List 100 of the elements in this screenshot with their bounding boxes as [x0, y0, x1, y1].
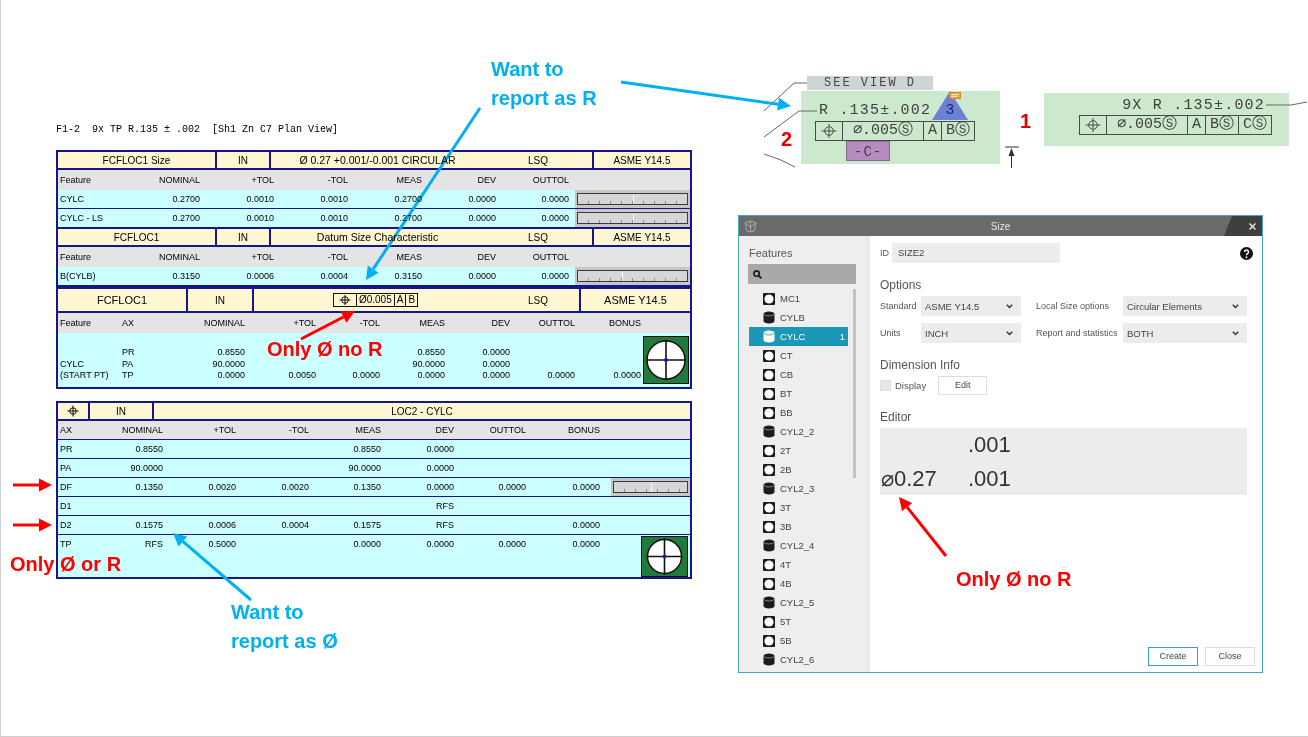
table-cell-text: 0.0000	[425, 462, 454, 475]
field-label: Standard	[880, 300, 918, 313]
position-symbol-icon	[1078, 115, 1107, 135]
feature-list-item[interactable]: 5T	[749, 612, 848, 631]
datum-cell: A	[393, 293, 407, 307]
position-symbol-icon	[67, 405, 79, 417]
cylinder-feature-icon	[763, 653, 775, 666]
table-cell-text: 0.8550	[216, 347, 245, 359]
table-cell-text: 0.3150	[393, 270, 422, 283]
dimension-text: 9X R .135±.002	[1122, 98, 1265, 114]
chevron-icon	[1232, 330, 1239, 336]
feature-list-item[interactable]: 2B	[749, 460, 848, 479]
field-label: Units	[880, 327, 902, 340]
table-cell-text: RFS	[435, 500, 454, 513]
circle-feature-icon	[763, 406, 775, 419]
feature-list-item[interactable]: 3B	[749, 517, 848, 536]
panel-label: Features	[748, 246, 794, 260]
feature-list-item[interactable]: BT	[749, 384, 848, 403]
chevron-icon	[1006, 330, 1013, 336]
column-header: MEAS	[354, 424, 381, 437]
table-cell-text: 0.1350	[352, 481, 381, 494]
table-cell-text: 0.0004	[319, 270, 348, 283]
circle-feature-icon	[763, 615, 775, 628]
column-header: -TOL	[287, 424, 309, 437]
callout-number: 1	[1020, 111, 1032, 131]
table-cell-text: 0.2700	[171, 212, 200, 225]
header-cell: IN	[217, 229, 271, 245]
search-icon	[753, 269, 762, 279]
scrollbar[interactable]	[853, 289, 856, 478]
dialog-title: Size	[989, 220, 1012, 232]
dropdown[interactable]: ASME Y14.5	[921, 296, 1021, 316]
id-field[interactable]: SIZE2	[892, 243, 1060, 263]
table-cell-text: 0.0000	[467, 193, 496, 206]
checkbox[interactable]	[880, 380, 891, 391]
table-cell-text: TP	[59, 538, 73, 551]
fit-method-label: LSQ	[527, 294, 549, 306]
table-cell-text: 0.3150	[171, 270, 200, 283]
close-button[interactable]	[1224, 216, 1262, 236]
header-cell: IN	[217, 152, 271, 168]
feature-list-item[interactable]: 4B	[749, 574, 848, 593]
table-cell-text: PR	[121, 347, 136, 359]
close-button[interactable]: Close	[1205, 647, 1255, 666]
header-cell: IN	[188, 289, 254, 311]
table-cell-text: 0.1350	[134, 481, 163, 494]
section-title: Dimension Info	[880, 357, 962, 373]
table-cell-text: 0.0000	[540, 270, 569, 283]
feature-list-item[interactable]: 3T	[749, 498, 848, 517]
datum-cell: CⓈ	[1238, 115, 1272, 135]
table-cell-text: B(CYLB)	[59, 270, 97, 283]
dropdown[interactable]: INCH	[921, 323, 1021, 343]
datum-cell: B	[405, 293, 419, 307]
feature-list-item[interactable]: MC1	[749, 289, 848, 308]
table-cell-text: TP	[121, 370, 135, 382]
field-label: Report and statistics	[1035, 327, 1119, 340]
table-cell-text: 0.5000	[207, 538, 236, 551]
feature-list-item[interactable]: CB	[749, 365, 848, 384]
feature-list-item[interactable]: CT	[749, 346, 848, 365]
table-cell-text: 0.0000	[571, 538, 600, 551]
feature-list-item[interactable]: CYLB	[749, 308, 848, 327]
table-cell-text: RFS	[435, 519, 454, 532]
table-cell-text: 0.0000	[540, 212, 569, 225]
feature-list-item[interactable]: 2T	[749, 441, 848, 460]
help-icon[interactable]	[1240, 246, 1253, 260]
chevron-icon	[1232, 303, 1239, 309]
feature-list-item[interactable]: CYL2_2	[749, 422, 848, 441]
field-label: Local Size options	[1035, 300, 1111, 313]
table-cell-text: 0.0000	[467, 212, 496, 225]
feature-list-item[interactable]: 5B	[749, 631, 848, 650]
column-header: NOMINAL	[158, 251, 200, 264]
dropdown[interactable]: Circular Elements	[1123, 296, 1247, 316]
feature-list-item[interactable]: CYL2_6	[749, 650, 848, 669]
table-cell-text: 0.0000	[467, 270, 496, 283]
checkbox-label: Display	[895, 380, 927, 391]
feature-list-item[interactable]: 4T	[749, 555, 848, 574]
leader-line	[1265, 101, 1308, 106]
dropdown[interactable]: BOTH	[1123, 323, 1247, 343]
table-cell-text: 0.0000	[425, 538, 454, 551]
table-cell-text: 0.8550	[416, 347, 445, 359]
feature-list-item[interactable]: CYL2_4	[749, 536, 848, 555]
table-cell-text: 0.2700	[171, 193, 200, 206]
column-header: MEAS	[418, 317, 445, 330]
table-cell-text: D2	[59, 519, 73, 532]
table-cell-text: 0.0020	[280, 481, 309, 494]
table-cell-text: 0.0000	[612, 370, 641, 382]
header-cell: FCFLOC1 Size	[58, 152, 217, 168]
report-caption: F1-2 9x TP R.135 ± .002 [Sh1 Zn C7 Plan View]	[56, 124, 339, 136]
table-cell-text: 0.0000	[481, 358, 510, 370]
column-header: DEV	[434, 424, 454, 437]
table-cell-text: 90.0000	[211, 358, 245, 370]
search-field[interactable]	[748, 264, 856, 284]
create-button[interactable]: Create	[1148, 647, 1198, 666]
feature-list-item[interactable]: BB	[749, 403, 848, 422]
table-cell-text: CYLC	[59, 358, 85, 370]
circle-feature-icon	[763, 349, 775, 362]
feature-list-item[interactable]: CYL2_3	[749, 479, 848, 498]
editor-area[interactable]: .001 ⌀0.27 .001	[880, 428, 1247, 495]
feature-list-item[interactable]: CYL2_5	[749, 593, 848, 612]
circle-feature-icon	[763, 463, 775, 476]
chevron-icon	[1006, 303, 1013, 309]
edit-button[interactable]: Edit	[938, 376, 988, 395]
